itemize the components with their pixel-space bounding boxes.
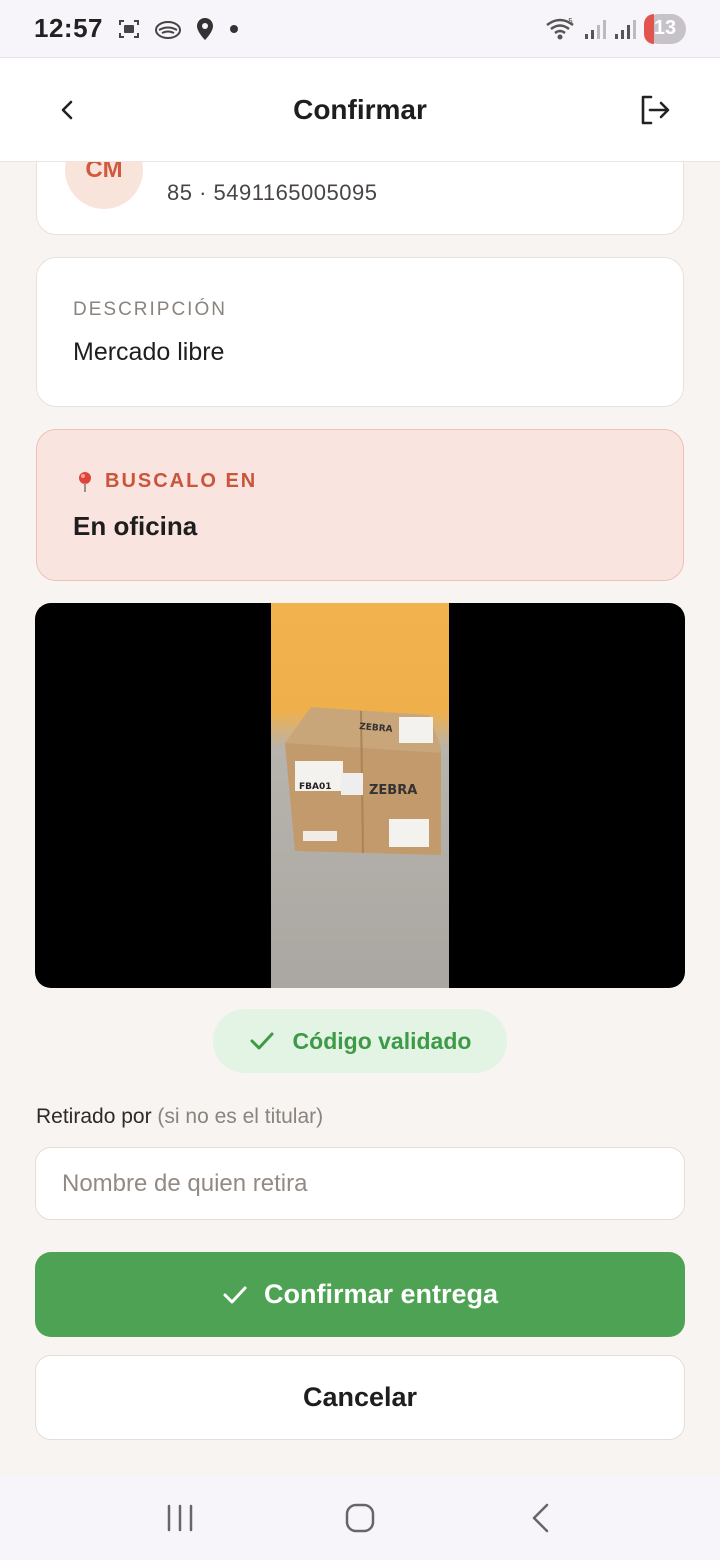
retirado-label-hint: (si no es el titular) <box>157 1105 324 1128</box>
status-notification-icons <box>117 17 241 41</box>
validation-badge: Código validado <box>213 1009 507 1073</box>
retirado-name-input[interactable] <box>35 1147 685 1220</box>
description-value: Mercado libre <box>73 338 225 366</box>
screenshot-icon <box>119 19 139 38</box>
system-back-button[interactable] <box>510 1488 570 1548</box>
cancel-label: Cancelar <box>302 1382 418 1412</box>
location-label-text: BUSCALO EN <box>105 470 258 492</box>
battery-level: 13 <box>653 17 677 39</box>
check-icon <box>250 1032 274 1050</box>
confirm-delivery-label: Confirmar entrega <box>263 1279 499 1309</box>
app-header: Confirmar <box>0 58 720 162</box>
location-icon <box>197 17 213 40</box>
back-button[interactable] <box>46 88 90 132</box>
dot-icon <box>230 24 238 33</box>
back-icon <box>532 1503 549 1533</box>
confirm-delivery-button[interactable]: Confirmar entrega <box>35 1252 685 1337</box>
page-title: Confirmar <box>293 93 427 125</box>
signal-icon <box>615 19 636 39</box>
svg-text:5: 5 <box>568 17 573 26</box>
status-bar: 12:57 5 13 <box>0 0 720 58</box>
description-label: DESCRIPCIÓN <box>73 299 227 320</box>
chevron-left-icon <box>61 100 73 120</box>
package-photo-image: FBA01 ZEBRA ZEBRA <box>271 603 449 988</box>
customer-phone: 85 · 5491165005095 <box>167 180 378 205</box>
cloud-icon <box>155 20 181 39</box>
cancel-button[interactable]: Cancelar <box>35 1355 685 1440</box>
recents-button[interactable] <box>150 1488 210 1548</box>
signal-icon <box>585 19 606 39</box>
status-time: 12:57 <box>34 13 103 43</box>
system-nav-bar <box>0 1476 720 1560</box>
description-card: DESCRIPCIÓN Mercado libre <box>36 257 684 407</box>
retirado-label-main: Retirado por <box>36 1105 152 1128</box>
location-label: BUSCALO EN <box>75 470 257 493</box>
recents-icon <box>167 1504 193 1532</box>
pin-icon <box>79 471 91 492</box>
logout-button[interactable] <box>632 88 676 132</box>
package-photo[interactable]: FBA01 ZEBRA ZEBRA <box>35 603 685 988</box>
package-label: FBA01 <box>299 782 332 792</box>
logout-icon <box>641 95 670 125</box>
home-icon <box>345 1503 375 1533</box>
battery-icon: 13 <box>644 13 686 44</box>
home-button[interactable] <box>330 1488 390 1548</box>
check-icon <box>223 1286 247 1303</box>
wifi-icon: 5 <box>546 17 574 39</box>
status-system-icons: 5 13 <box>544 13 686 44</box>
package-brand: ZEBRA <box>369 783 417 798</box>
location-card: BUSCALO EN En oficina <box>36 429 684 581</box>
package-box-illustration: FBA01 ZEBRA ZEBRA <box>281 703 443 868</box>
retirado-label: Retirado por (si no es el titular) <box>36 1105 323 1129</box>
validation-text: Código validado <box>292 1027 472 1054</box>
location-value: En oficina <box>73 511 198 541</box>
